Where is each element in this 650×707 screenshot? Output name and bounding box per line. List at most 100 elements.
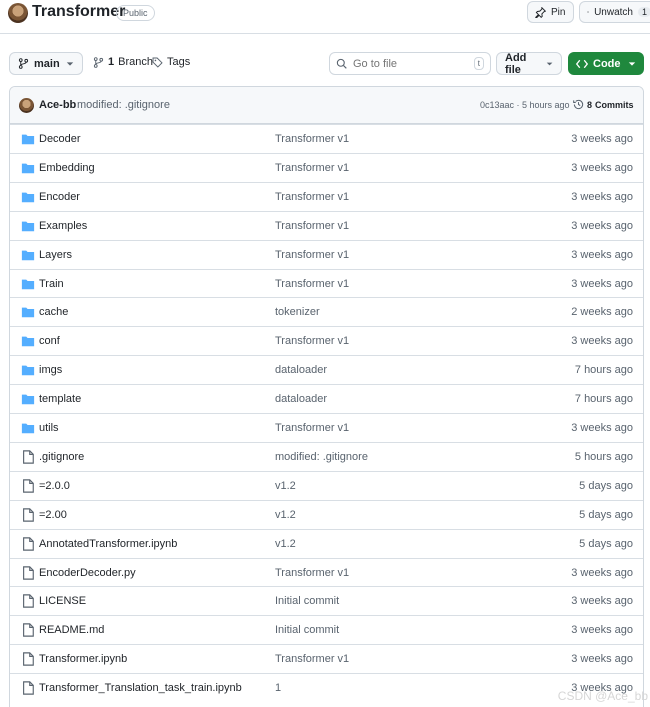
file-row[interactable]: README.md Initial commit 3 weeks ago	[10, 615, 643, 644]
add-file-button[interactable]: Add file	[496, 52, 562, 76]
file-name-link[interactable]: Train	[39, 278, 64, 290]
file-commit-message[interactable]: Initial commit	[275, 595, 339, 607]
file-row[interactable]: imgs dataloader 7 hours ago	[10, 355, 643, 384]
folder-icon	[21, 392, 35, 406]
file-commit-message[interactable]: 1	[275, 682, 281, 694]
file-commit-message[interactable]: Transformer v1	[275, 567, 349, 579]
tags-label: Tags	[167, 56, 191, 68]
file-row[interactable]: cache tokenizer 2 weeks ago	[10, 297, 643, 326]
file-commit-message[interactable]: Transformer v1	[275, 653, 349, 665]
file-commit-message[interactable]: Transformer v1	[275, 162, 349, 174]
file-icon	[21, 594, 35, 609]
file-row[interactable]: Encoder Transformer v1 3 weeks ago	[10, 181, 643, 211]
pin-button[interactable]: Pin	[527, 1, 574, 23]
file-last-updated: 5 hours ago	[574, 450, 633, 463]
owner-avatar[interactable]	[8, 3, 28, 23]
file-row[interactable]: conf Transformer v1 3 weeks ago	[10, 326, 643, 355]
file-commit-message[interactable]: Transformer v1	[275, 422, 349, 434]
folder-icon	[21, 305, 35, 319]
file-row[interactable]: Transformer_Translation_task_train.ipynb…	[10, 673, 643, 702]
commits-count: 8	[587, 99, 593, 110]
file-last-updated: 3 weeks ago	[571, 133, 633, 145]
keyboard-shortcut-hint: t	[473, 57, 484, 70]
file-last-updated: 3 weeks ago	[571, 595, 633, 608]
branches-link[interactable]: 1 Branch	[93, 56, 153, 68]
folder-icon	[21, 219, 35, 233]
file-name-link[interactable]: Transformer.ipynb	[39, 653, 127, 665]
go-to-file-search[interactable]: t	[329, 52, 491, 75]
file-name-link[interactable]: imgs	[39, 364, 62, 376]
folder-icon	[21, 190, 35, 204]
file-row[interactable]: Examples Transformer v1 3 weeks ago	[10, 210, 643, 240]
file-commit-message[interactable]: dataloader	[275, 393, 327, 405]
file-commit-message[interactable]: Transformer v1	[275, 249, 349, 261]
watermark: CSDN @Ace_bb	[557, 689, 648, 703]
file-row[interactable]: .gitignore modified: .gitignore 5 hours ag…	[10, 441, 643, 471]
file-name-link[interactable]: README.md	[39, 624, 104, 636]
commit-hash-time[interactable]: 0c13aac · 5 hours ago	[480, 100, 570, 110]
file-commit-message[interactable]: Transformer v1	[275, 220, 349, 232]
file-commit-message[interactable]: Transformer v1	[275, 133, 349, 145]
file-row[interactable]: Train Transformer v1 3 weeks ago	[10, 268, 643, 298]
file-commit-message[interactable]: modified: .gitignore	[275, 451, 368, 463]
file-name-link[interactable]: Examples	[39, 220, 87, 232]
file-name-link[interactable]: Decoder	[39, 133, 81, 145]
file-name-link[interactable]: conf	[39, 335, 60, 347]
file-commit-message[interactable]: v1.2	[275, 538, 296, 550]
file-name-link[interactable]: LICENSE	[39, 595, 86, 607]
file-name-link[interactable]: EncoderDecoder.py	[39, 567, 136, 579]
branch-icon	[18, 58, 29, 69]
file-commit-message[interactable]: dataloader	[275, 364, 327, 376]
file-commit-message[interactable]: tokenizer	[275, 306, 320, 318]
branch-select[interactable]: main	[9, 52, 83, 75]
watch-count: 1	[637, 7, 650, 17]
file-name-link[interactable]: =2.0.0	[39, 480, 70, 492]
file-row[interactable]: Transformer.ipynb Transformer v1 3 weeks a…	[10, 644, 643, 673]
file-icon	[21, 565, 35, 580]
file-name-link[interactable]: template	[39, 393, 81, 405]
file-name-link[interactable]: cache	[39, 306, 68, 318]
file-row[interactable]: template dataloader 7 hours ago	[10, 384, 643, 413]
file-name-link[interactable]: Transformer_Translation_task_train.ipynb	[39, 682, 242, 694]
search-icon	[336, 58, 347, 69]
file-name-link[interactable]: Embedding	[39, 162, 95, 174]
history-icon	[573, 99, 584, 110]
file-commit-message[interactable]: Transformer v1	[275, 335, 349, 347]
file-name-link[interactable]: AnnotatedTransformer.ipynb	[39, 538, 177, 550]
file-row[interactable]: Embedding Transformer v1 3 weeks ago	[10, 152, 643, 182]
file-name-link[interactable]: Layers	[39, 249, 72, 261]
file-row[interactable]: AnnotatedTransformer.ipynb v1.2 5 days ago	[10, 528, 643, 558]
file-row[interactable]: =2.0.0 v1.2 5 days ago	[10, 470, 643, 500]
file-commit-message[interactable]: Transformer v1	[275, 278, 349, 290]
file-name-link[interactable]: Encoder	[39, 191, 80, 203]
latest-commit-bar: Ace-bb modified: .gitignore 0c13aac · 5 …	[10, 87, 643, 124]
file-row[interactable]: Decoder Transformer v1 3 weeks ago	[10, 124, 643, 153]
tags-link[interactable]: Tags	[152, 56, 190, 68]
file-row[interactable]: =2.00 v1.2 5 days ago	[10, 499, 643, 529]
watch-button[interactable]: Unwatch 1	[579, 1, 650, 23]
folder-icon	[21, 132, 35, 146]
repo-title[interactable]: Transformer	[32, 3, 125, 21]
search-input[interactable]	[353, 57, 463, 70]
code-button[interactable]: Code	[568, 52, 644, 75]
file-row[interactable]: LICENSE Initial commit 3 weeks ago	[10, 586, 643, 615]
file-row[interactable]: utils Transformer v1 3 weeks ago	[10, 413, 643, 442]
author-avatar[interactable]	[19, 98, 34, 113]
eye-icon	[587, 11, 590, 13]
file-last-updated: 7 hours ago	[574, 393, 633, 406]
commit-author[interactable]: Ace-bb	[39, 99, 76, 111]
file-commit-message[interactable]: Transformer v1	[275, 191, 349, 203]
file-commit-message[interactable]: Initial commit	[275, 624, 339, 636]
file-name-link[interactable]: =2.00	[39, 509, 67, 521]
commits-history-link[interactable]: 8 Commits	[573, 99, 634, 110]
commit-message[interactable]: modified: .gitignore	[77, 99, 170, 111]
caret-down-icon	[66, 61, 74, 66]
file-row[interactable]: EncoderDecoder.py Transformer v1 3 weeks a…	[10, 557, 643, 587]
file-commit-message[interactable]: v1.2	[275, 480, 296, 492]
file-row[interactable]: Layers Transformer v1 3 weeks ago	[10, 239, 643, 269]
branch-label: Branch	[118, 56, 153, 68]
file-name-link[interactable]: utils	[39, 422, 59, 434]
file-last-updated: 5 days ago	[579, 508, 633, 521]
file-name-link[interactable]: .gitignore	[39, 451, 84, 463]
file-commit-message[interactable]: v1.2	[275, 509, 296, 521]
